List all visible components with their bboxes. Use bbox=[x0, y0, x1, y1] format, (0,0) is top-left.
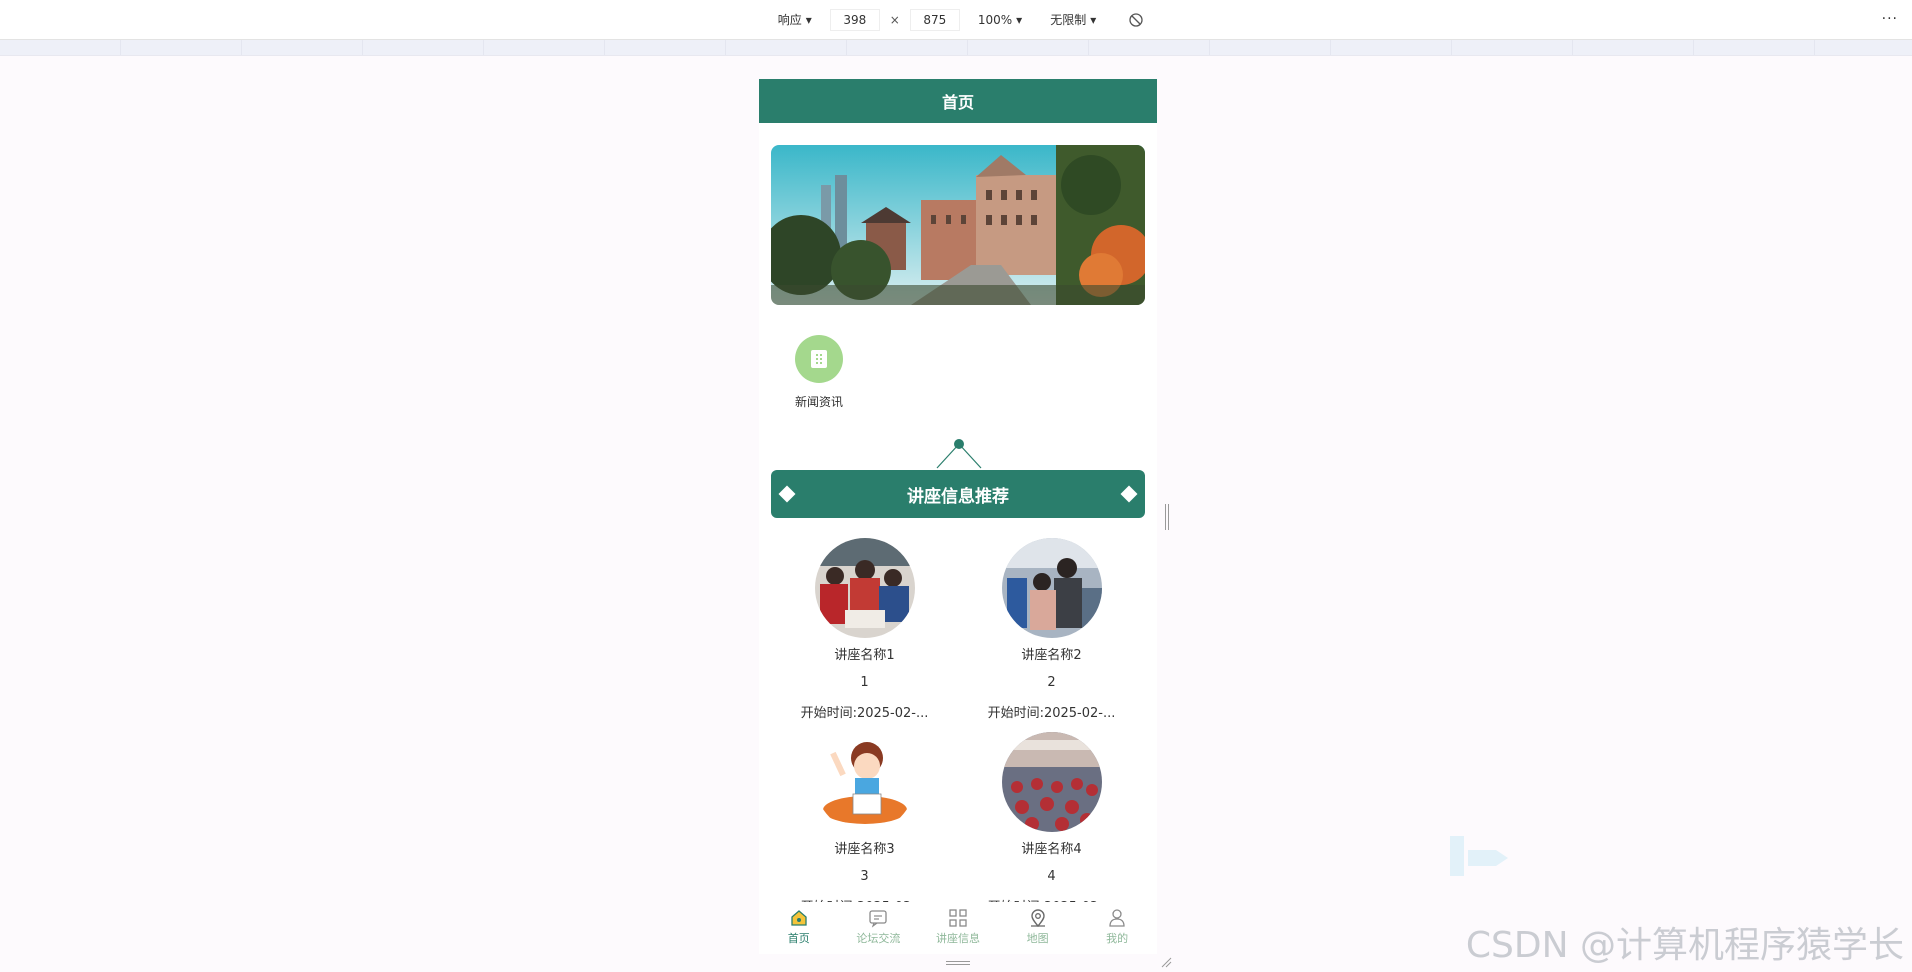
caret-down-icon: ▾ bbox=[1090, 12, 1097, 27]
tab-label: 地图 bbox=[1026, 932, 1049, 945]
lecture-start-time: 开始时间:2025-02-... bbox=[800, 706, 929, 721]
rotate-icon[interactable] bbox=[1128, 12, 1144, 28]
lecture-image bbox=[814, 732, 915, 832]
resize-handle-corner[interactable] bbox=[1160, 956, 1172, 968]
device-mode-label: 响应 bbox=[777, 13, 802, 27]
device-controls: 响应 ▾ × 100% ▾ 无限制 ▾ bbox=[768, 8, 1145, 31]
caret-down-icon: ▾ bbox=[805, 12, 812, 27]
lecture-number: 4 bbox=[1047, 869, 1056, 884]
lecture-card[interactable]: 讲座名称3 3 开始时间:2025-02-... bbox=[771, 732, 958, 926]
throttle-label: 无限制 bbox=[1050, 13, 1087, 27]
lecture-image bbox=[1001, 732, 1102, 832]
lecture-name: 讲座名称2 bbox=[1021, 648, 1082, 663]
device-toolbar: 响应 ▾ × 100% ▾ 无限制 ▾ ··· bbox=[0, 0, 1912, 40]
tab-lectures[interactable]: 讲座信息 bbox=[918, 902, 998, 954]
zoom-label: 100% bbox=[977, 12, 1013, 27]
lecture-name: 讲座名称1 bbox=[834, 648, 895, 663]
map-pin-icon bbox=[1030, 909, 1045, 928]
user-icon bbox=[1109, 909, 1125, 927]
quick-nav-news[interactable]: 新闻资讯 bbox=[783, 335, 855, 410]
throttle-dropdown[interactable]: 无限制 ▾ bbox=[1050, 11, 1096, 28]
tab-forum[interactable]: 论坛交流 bbox=[839, 902, 919, 954]
lecture-number: 1 bbox=[860, 675, 869, 690]
tab-label: 论坛交流 bbox=[856, 932, 901, 945]
banner-carousel[interactable] bbox=[771, 145, 1145, 305]
tab-label: 首页 bbox=[787, 932, 810, 945]
device-mode-dropdown[interactable]: 响应 ▾ bbox=[778, 11, 812, 28]
page-title: 首页 bbox=[941, 93, 974, 112]
tab-label: 讲座信息 bbox=[935, 932, 980, 945]
quick-nav-label: 新闻资讯 bbox=[794, 395, 843, 409]
lecture-card[interactable]: 讲座名称1 1 开始时间:2025-02-... bbox=[771, 538, 958, 732]
media-query-ruler bbox=[0, 40, 1912, 56]
lecture-start-time: 开始时间:2025-02-... bbox=[987, 706, 1116, 721]
height-input[interactable] bbox=[909, 8, 960, 31]
section-title-bar: 讲座信息推荐 bbox=[771, 470, 1145, 518]
campus-banner-image bbox=[771, 145, 1145, 305]
tab-map[interactable]: 地图 bbox=[998, 902, 1078, 954]
lecture-name: 讲座名称4 bbox=[1021, 842, 1082, 857]
quick-nav: 新闻资讯 bbox=[783, 335, 1157, 410]
home-icon bbox=[791, 910, 807, 926]
lecture-number: 3 bbox=[860, 869, 869, 884]
section-hanger-decoration bbox=[759, 438, 1157, 470]
diamond-left-icon bbox=[778, 485, 796, 503]
tab-home[interactable]: 首页 bbox=[759, 902, 839, 954]
more-options-icon[interactable]: ··· bbox=[1882, 11, 1898, 27]
zoom-dropdown[interactable]: 100% ▾ bbox=[978, 13, 1022, 27]
times-sign: × bbox=[889, 12, 900, 27]
lecture-name: 讲座名称3 bbox=[834, 842, 895, 857]
lecture-card[interactable]: 讲座名称2 2 开始时间:2025-02-... bbox=[958, 538, 1145, 732]
app-header: 首页 bbox=[759, 79, 1157, 123]
lecture-grid: 讲座名称1 1 开始时间:2025-02-... 讲座名称2 2 开始时间:20 bbox=[759, 538, 1157, 926]
tab-profile[interactable]: 我的 bbox=[1077, 902, 1157, 954]
diamond-right-icon bbox=[1120, 485, 1138, 503]
lecture-number: 2 bbox=[1047, 675, 1056, 690]
tab-label: 我的 bbox=[1106, 932, 1129, 945]
news-icon bbox=[795, 335, 843, 383]
caret-down-icon: ▾ bbox=[1016, 12, 1023, 27]
lecture-card[interactable]: 讲座名称4 4 开始时间:2025-02-... bbox=[958, 732, 1145, 926]
resize-handle-bottom[interactable] bbox=[946, 960, 970, 966]
watermark-logo-icon bbox=[1450, 836, 1508, 876]
section-title: 讲座信息推荐 bbox=[907, 486, 1009, 507]
grid-icon bbox=[949, 909, 967, 927]
watermark-text: CSDN @计算机程序猿学长 bbox=[1465, 925, 1904, 966]
forum-icon bbox=[869, 910, 888, 928]
lecture-image bbox=[814, 538, 915, 638]
lecture-image bbox=[1001, 538, 1102, 638]
phone-viewport: 首页 新闻资讯 讲座信息推荐 讲座名称1 1 开始时间:2025-02-... … bbox=[759, 79, 1157, 954]
bottom-tab-bar: 首页 论坛交流 讲座信息 地图 我的 bbox=[759, 902, 1157, 954]
width-input[interactable] bbox=[829, 8, 880, 31]
resize-handle-side[interactable] bbox=[1164, 504, 1170, 530]
